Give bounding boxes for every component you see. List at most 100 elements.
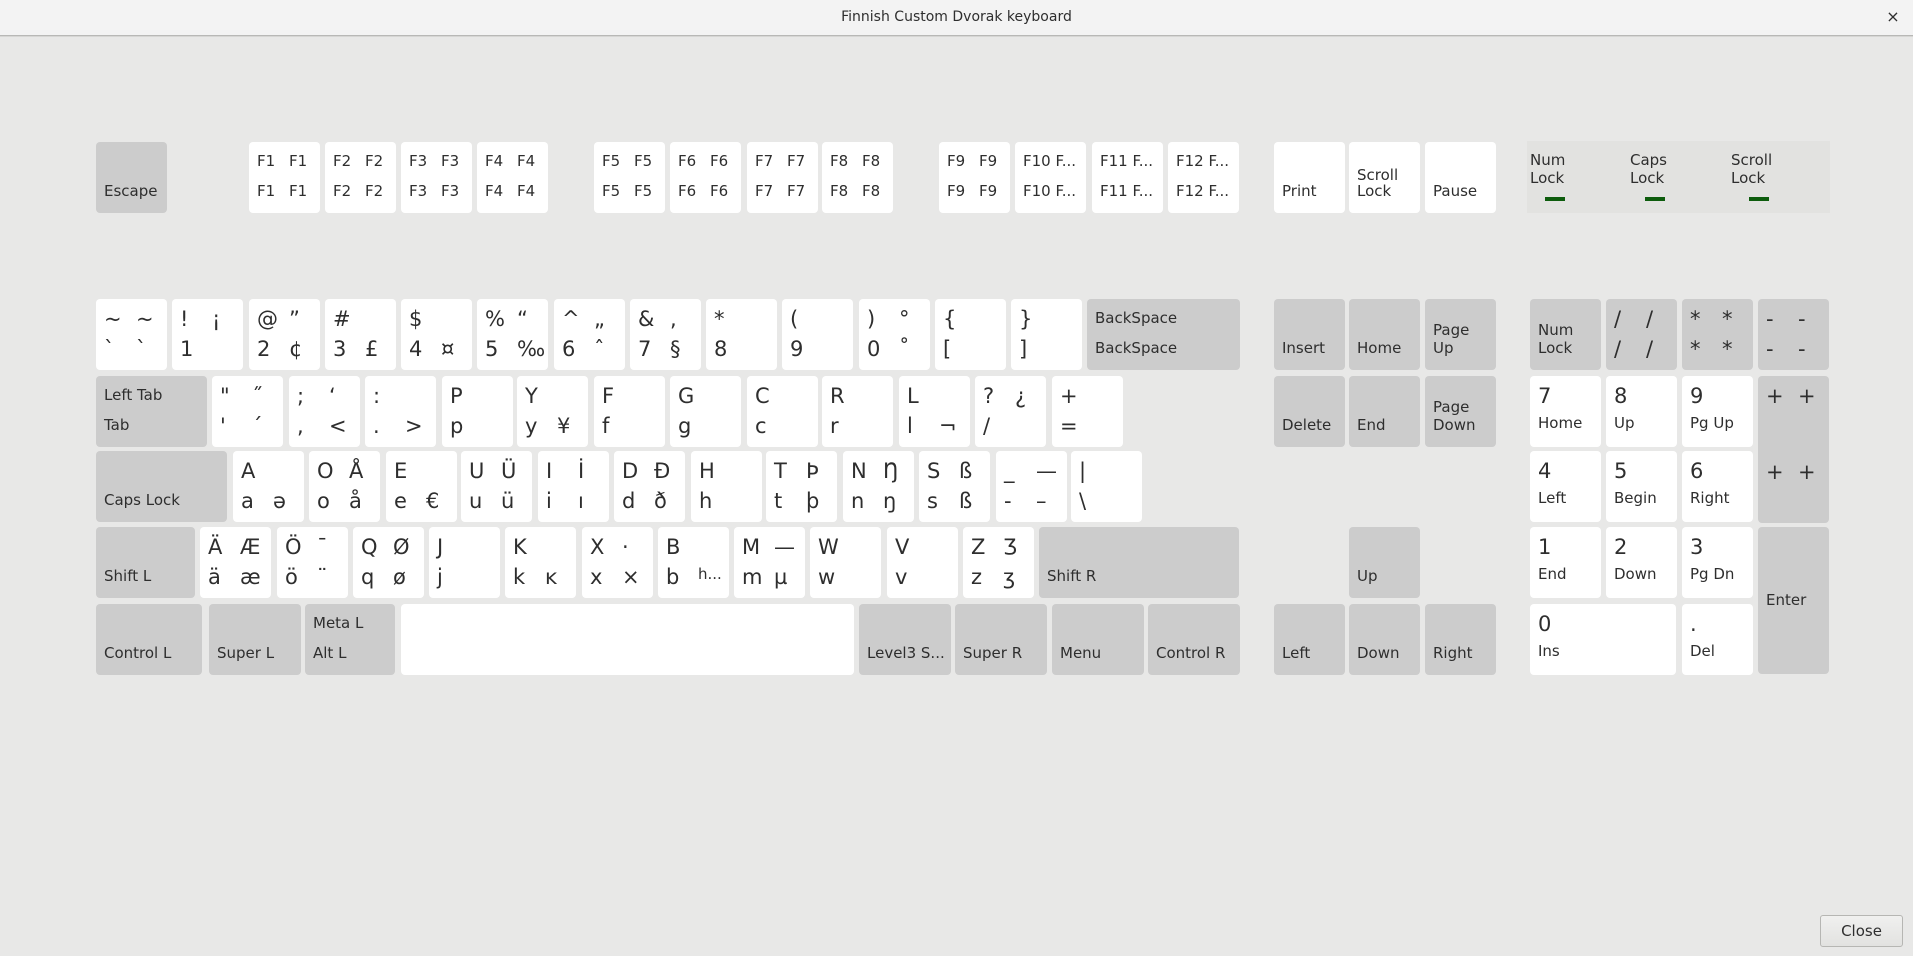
key-home[interactable]: Home: [1349, 299, 1420, 370]
key-f12[interactable]: F12 F... F12 F...: [1168, 142, 1239, 213]
key-kp-2[interactable]: 2 Down: [1606, 527, 1677, 598]
key-f10[interactable]: F10 F... F10 F...: [1015, 142, 1086, 213]
key-equal[interactable]: + =: [1052, 376, 1123, 447]
key-r[interactable]: Rr: [822, 376, 893, 447]
key-escape[interactable]: Escape: [96, 142, 167, 213]
key-menu[interactable]: Menu: [1052, 604, 1144, 675]
key-f1[interactable]: F1 F1 F1 F1: [249, 142, 320, 213]
key-kp-9[interactable]: 9 Pg Up: [1682, 376, 1753, 447]
key-c[interactable]: Cc: [747, 376, 818, 447]
key-kp-enter[interactable]: Enter: [1758, 527, 1829, 674]
key-b[interactable]: Bb h...: [658, 527, 729, 598]
key-5[interactable]: % “ 5 ‰: [477, 299, 548, 370]
key-p[interactable]: Pp: [442, 376, 513, 447]
key-caps-lock[interactable]: Caps Lock: [96, 451, 227, 522]
key-shift-l[interactable]: Shift L: [96, 527, 195, 598]
key-7[interactable]: &, 7 §: [630, 299, 701, 370]
key-f9[interactable]: F9 F9 F9 F9: [939, 142, 1010, 213]
key-up[interactable]: Up: [1349, 527, 1420, 598]
key-kp-6[interactable]: 6 Right: [1682, 451, 1753, 522]
key-space[interactable]: [401, 604, 854, 675]
key-f5[interactable]: F5 F5 F5 F5: [594, 142, 665, 213]
key-o[interactable]: OÅoå: [309, 451, 380, 522]
key-3[interactable]: #3 £: [325, 299, 396, 370]
key-k[interactable]: Kkĸ: [505, 527, 576, 598]
key-comma[interactable]: ; ‘, <: [289, 376, 360, 447]
key-scroll-lock[interactable]: Scroll Lock: [1349, 142, 1420, 213]
key-apostrophe[interactable]: " ˝ ' ´: [212, 376, 283, 447]
key-backspace[interactable]: BackSpace BackSpace: [1087, 299, 1240, 370]
key-t[interactable]: TÞtþ: [766, 451, 837, 522]
key-right[interactable]: Right: [1425, 604, 1496, 675]
key-h[interactable]: Hh: [691, 451, 762, 522]
key-q[interactable]: QØqø: [353, 527, 424, 598]
key-l[interactable]: Ll ¬: [899, 376, 970, 447]
key-u[interactable]: UÜuü: [461, 451, 532, 522]
key-z[interactable]: ZƷzʒ: [963, 527, 1034, 598]
key-2[interactable]: @ ” 2 ¢: [249, 299, 320, 370]
key-kp-multiply[interactable]: * * * *: [1682, 299, 1753, 370]
key-m[interactable]: M — m µ: [734, 527, 805, 598]
key-f6[interactable]: F6 F6 F6 F6: [670, 142, 741, 213]
key-i[interactable]: I İi ı: [538, 451, 609, 522]
key-tab[interactable]: Left Tab Tab: [96, 376, 207, 447]
key-kp-divide[interactable]: / / / /: [1606, 299, 1677, 370]
key-j[interactable]: Jj: [429, 527, 500, 598]
key-control-l[interactable]: Control L: [96, 604, 202, 675]
key-pause[interactable]: Pause: [1425, 142, 1496, 213]
key-period[interactable]: :. >: [365, 376, 436, 447]
key-left[interactable]: Left: [1274, 604, 1345, 675]
key-f8[interactable]: F8 F8 F8 F8: [822, 142, 893, 213]
key-n[interactable]: NŊnŋ: [843, 451, 914, 522]
key-4[interactable]: $4 ¤: [401, 299, 472, 370]
key-backslash[interactable]: | \: [1071, 451, 1142, 522]
key-super-r[interactable]: Super R: [955, 604, 1047, 675]
key-odiaeresis[interactable]: Ö ¯ ö ¨: [277, 527, 348, 598]
key-kp-5[interactable]: 5 Begin: [1606, 451, 1677, 522]
key-insert[interactable]: Insert: [1274, 299, 1345, 370]
key-super-l[interactable]: Super L: [209, 604, 301, 675]
close-icon[interactable]: ×: [1883, 6, 1903, 28]
key-1[interactable]: ! ¡ 1: [172, 299, 243, 370]
key-bracketright[interactable]: }]: [1011, 299, 1082, 370]
key-minus[interactable]: _ — - –: [996, 451, 1067, 522]
key-8[interactable]: * 8: [706, 299, 777, 370]
key-grave[interactable]: ~ ~ ` `: [96, 299, 167, 370]
key-f2[interactable]: F2 F2 F2 F2: [325, 142, 396, 213]
key-alt-l[interactable]: Meta L Alt L: [305, 604, 395, 675]
key-f7[interactable]: F7 F7 F7 F7: [747, 142, 818, 213]
key-f3[interactable]: F3 F3 F3 F3: [401, 142, 472, 213]
key-shift-r[interactable]: Shift R: [1039, 527, 1239, 598]
key-0[interactable]: ) ° 0 ˚: [859, 299, 930, 370]
key-s[interactable]: Sßsß: [919, 451, 990, 522]
key-y[interactable]: Yy ¥: [517, 376, 588, 447]
key-kp-0[interactable]: 0 Ins: [1530, 604, 1676, 675]
key-kp-subtract[interactable]: ----: [1758, 299, 1829, 370]
key-g[interactable]: Gg: [670, 376, 741, 447]
key-e[interactable]: Ee €: [386, 451, 457, 522]
key-a[interactable]: Aaə: [233, 451, 304, 522]
key-9[interactable]: (9: [782, 299, 853, 370]
key-kp-4[interactable]: 4 Left: [1530, 451, 1601, 522]
key-down[interactable]: Down: [1349, 604, 1420, 675]
key-kp-7[interactable]: 7 Home: [1530, 376, 1601, 447]
key-end[interactable]: End: [1349, 376, 1420, 447]
key-f4[interactable]: F4 F4 F4 F4: [477, 142, 548, 213]
key-slash[interactable]: ? ¿ /: [975, 376, 1046, 447]
key-num-lock[interactable]: Num Lock: [1530, 299, 1601, 370]
key-page-down[interactable]: Page Down: [1425, 376, 1496, 447]
key-bracketleft[interactable]: {[: [935, 299, 1006, 370]
key-w[interactable]: Ww: [810, 527, 881, 598]
key-6[interactable]: ^ „ 6 ˆ: [554, 299, 625, 370]
key-f[interactable]: Ff: [594, 376, 665, 447]
key-d[interactable]: DĐdð: [614, 451, 685, 522]
close-button[interactable]: Close: [1820, 915, 1903, 947]
key-kp-3[interactable]: 3 Pg Dn: [1682, 527, 1753, 598]
key-kp-8[interactable]: 8 Up: [1606, 376, 1677, 447]
key-f11[interactable]: F11 F... F11 F...: [1092, 142, 1163, 213]
key-control-r[interactable]: Control R: [1148, 604, 1240, 675]
key-page-up[interactable]: Page Up: [1425, 299, 1496, 370]
key-kp-1[interactable]: 1 End: [1530, 527, 1601, 598]
key-delete[interactable]: Delete: [1274, 376, 1345, 447]
key-print[interactable]: Print: [1274, 142, 1345, 213]
